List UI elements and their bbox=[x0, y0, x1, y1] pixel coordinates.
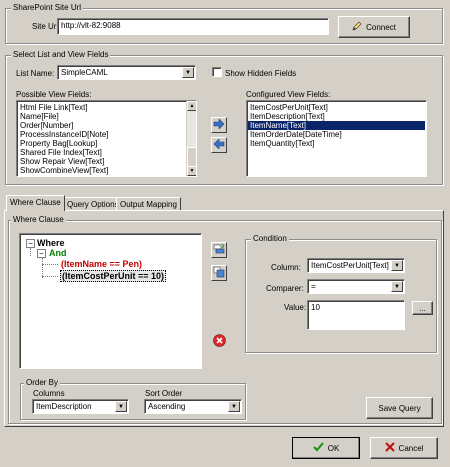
select-list-group-legend: Select List and View Fields bbox=[11, 50, 111, 59]
possible-field-item[interactable]: ProcessInstanceID[Note] bbox=[18, 130, 184, 139]
move-right-button[interactable] bbox=[211, 117, 227, 133]
possible-field-item[interactable]: Property Bag[Lookup] bbox=[18, 139, 184, 148]
possible-view-fields-label: Possible View Fields: bbox=[16, 90, 92, 99]
configured-field-item[interactable]: ItemQuantity[Text] bbox=[248, 139, 425, 148]
ok-button-label: OK bbox=[327, 443, 340, 453]
chevron-down-icon[interactable]: ▼ bbox=[182, 67, 194, 78]
ok-button[interactable]: OK bbox=[292, 437, 360, 459]
tab-where-clause[interactable]: Where Clause bbox=[6, 195, 65, 211]
list-name-label: List Name: bbox=[16, 69, 55, 78]
possible-field-item[interactable]: Name[File] bbox=[18, 112, 184, 121]
column-value: ItemCostPerUnit[Text] bbox=[311, 261, 389, 270]
arrow-left-icon bbox=[213, 138, 225, 151]
tree-node-condition-itemcostperunit[interactable]: (ItemCostPerUnit == 10) bbox=[60, 270, 167, 282]
tab-query-options-label: Query Options bbox=[67, 200, 119, 209]
configured-view-fields-items: ItemCostPerUnit[Text] ItemDescription[Tex… bbox=[247, 101, 426, 148]
configured-view-fields-list[interactable]: ItemCostPerUnit[Text] ItemDescription[Tex… bbox=[246, 100, 427, 177]
possible-field-item[interactable]: Html File Link[Text] bbox=[18, 103, 184, 112]
connect-button[interactable]: Connect bbox=[338, 16, 410, 38]
possible-field-item[interactable]: Order[Number] bbox=[18, 121, 184, 130]
chevron-down-icon[interactable]: ▼ bbox=[115, 401, 127, 412]
checkmark-icon bbox=[313, 442, 324, 454]
close-icon bbox=[384, 442, 395, 454]
configured-field-item[interactable]: ItemDescription[Text] bbox=[248, 112, 425, 121]
tree-expander-and[interactable]: − bbox=[37, 249, 46, 258]
value-browse-label: ... bbox=[419, 303, 426, 313]
add-condition-button[interactable] bbox=[211, 242, 227, 258]
configured-field-item[interactable]: ItemCostPerUnit[Text] bbox=[248, 103, 425, 112]
comparer-value: = bbox=[311, 282, 316, 291]
save-query-button[interactable]: Save Query bbox=[366, 397, 433, 419]
where-clause-tree[interactable]: − Where − And (ItemName == Pen) (ItemCos… bbox=[19, 233, 202, 369]
tree-connector bbox=[30, 248, 31, 256]
list-name-select[interactable]: SimpleCAML ▼ bbox=[57, 65, 196, 80]
condition-group bbox=[245, 239, 437, 353]
site-url-input[interactable]: http://vlt-82:9088 bbox=[57, 18, 329, 35]
scrollbar-thumb[interactable] bbox=[187, 147, 196, 167]
cancel-button[interactable]: Cancel bbox=[370, 437, 438, 459]
connect-button-label: Connect bbox=[366, 22, 396, 32]
column-label: Column: bbox=[271, 263, 301, 272]
possible-view-fields-list[interactable]: Html File Link[Text] Name[File] Order[Numb… bbox=[16, 100, 197, 177]
tree-connector bbox=[42, 258, 43, 278]
value-label: Value: bbox=[284, 303, 307, 312]
scroll-down-icon[interactable]: ▼ bbox=[187, 166, 196, 176]
add-group-icon bbox=[213, 266, 225, 280]
chevron-down-icon[interactable]: ▼ bbox=[228, 401, 240, 412]
possible-field-item[interactable]: Shared File Index[Text] bbox=[18, 148, 184, 157]
tree-connector bbox=[42, 276, 58, 277]
sort-order-label: Sort Order bbox=[145, 389, 183, 398]
chevron-down-icon[interactable]: ▼ bbox=[391, 281, 403, 292]
configured-field-item[interactable]: ItemOrderDate[DateTime] bbox=[248, 130, 425, 139]
show-hidden-fields-label: Show Hidden Fields bbox=[225, 69, 297, 78]
columns-label: Columns bbox=[33, 389, 65, 398]
comparer-label: Comparer: bbox=[266, 284, 304, 293]
add-group-button[interactable] bbox=[211, 265, 227, 281]
chevron-down-icon[interactable]: ▼ bbox=[391, 260, 403, 271]
order-columns-select[interactable]: ItemDescription ▼ bbox=[32, 399, 129, 414]
pencil-icon bbox=[352, 21, 362, 33]
sort-order-select[interactable]: Ascending ▼ bbox=[144, 399, 242, 414]
move-left-button[interactable] bbox=[211, 137, 227, 153]
add-condition-icon bbox=[213, 243, 225, 257]
cancel-button-label: Cancel bbox=[398, 443, 424, 453]
configured-field-item[interactable]: ItemName[Text] bbox=[248, 121, 425, 130]
order-columns-value: ItemDescription bbox=[36, 402, 92, 411]
value-browse-button[interactable]: ... bbox=[412, 301, 433, 315]
tree-connector bbox=[42, 264, 58, 265]
list-name-value: SimpleCAML bbox=[61, 68, 108, 77]
where-clause-group-legend: Where Clause bbox=[11, 215, 66, 224]
configured-view-fields-label: Configured View Fields: bbox=[246, 90, 331, 99]
possible-view-fields-items: Html File Link[Text] Name[File] Order[Numb… bbox=[17, 101, 196, 175]
tree-node-where[interactable]: Where bbox=[37, 238, 65, 248]
tree-expander-where[interactable]: − bbox=[26, 239, 35, 248]
save-query-label: Save Query bbox=[378, 403, 421, 413]
possible-list-scrollbar[interactable]: ▲ ▼ bbox=[186, 101, 196, 176]
delete-icon bbox=[212, 333, 226, 349]
tree-node-condition-itemname[interactable]: (ItemName == Pen) bbox=[61, 259, 142, 269]
sort-order-value: Ascending bbox=[148, 402, 186, 411]
arrow-right-icon bbox=[213, 118, 225, 131]
tab-output-mapping[interactable]: Output Mapping bbox=[116, 197, 181, 211]
show-hidden-fields-checkbox[interactable] bbox=[212, 67, 222, 77]
comparer-select[interactable]: = ▼ bbox=[307, 279, 405, 294]
site-url-group-legend: SharePoint Site Url bbox=[11, 3, 84, 12]
tab-query-options[interactable]: Query Options bbox=[63, 197, 123, 211]
scroll-up-icon[interactable]: ▲ bbox=[187, 101, 196, 111]
possible-field-item[interactable]: ShowCombineView[Text] bbox=[18, 166, 184, 175]
order-by-group-legend: Order By bbox=[24, 378, 61, 387]
value-textarea[interactable]: 10 bbox=[307, 300, 405, 330]
tree-node-and[interactable]: And bbox=[49, 248, 67, 258]
tab-where-clause-label: Where Clause bbox=[10, 198, 61, 207]
condition-group-legend: Condition bbox=[251, 234, 289, 243]
column-select[interactable]: ItemCostPerUnit[Text] ▼ bbox=[307, 258, 405, 273]
tab-output-mapping-label: Output Mapping bbox=[120, 200, 177, 209]
delete-condition-button[interactable] bbox=[211, 333, 227, 349]
possible-field-item[interactable]: Show Repair View[Text] bbox=[18, 157, 184, 166]
